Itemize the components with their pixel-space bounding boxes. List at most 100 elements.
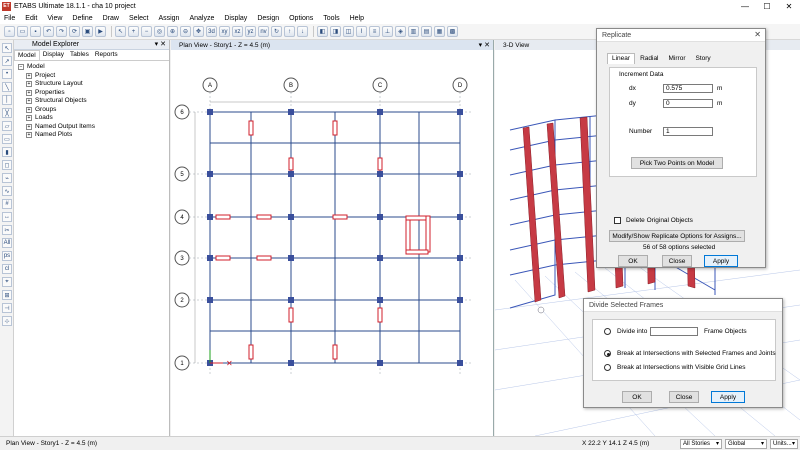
save-icon[interactable]: ▪ — [30, 26, 41, 37]
replicate-apply-button[interactable]: Apply — [704, 255, 738, 267]
replicate-close-button[interactable]: Close — [662, 255, 692, 267]
plan-view-icon[interactable]: xy — [219, 26, 230, 37]
redo-icon[interactable]: ↷ — [56, 26, 67, 37]
open-icon[interactable]: ▭ — [17, 26, 28, 37]
select-pointer-icon[interactable]: ↖ — [2, 43, 12, 53]
snap-intersections-icon[interactable]: ⊹ — [2, 316, 12, 326]
break-selected-frames-radio[interactable] — [604, 350, 611, 357]
menu-options[interactable]: Options — [289, 15, 313, 22]
show-deformed-icon[interactable]: ⌇ — [356, 26, 367, 37]
display-options-icon[interactable]: ◧ — [317, 26, 328, 37]
menu-display[interactable]: Display — [224, 15, 247, 22]
clear-selection-icon[interactable]: cl — [2, 264, 12, 274]
zoom-previous-icon[interactable]: ⊖ — [180, 26, 191, 37]
zoom-out-icon[interactable]: − — [141, 26, 152, 37]
draw-floor-icon[interactable]: ▱ — [2, 121, 12, 131]
expand-icon[interactable]: + — [26, 72, 32, 79]
menu-file[interactable]: File — [4, 15, 15, 22]
tree-item-named-plots[interactable]: + Named Plots — [18, 131, 165, 140]
draw-opening-icon[interactable]: ◻ — [2, 160, 12, 170]
snap-icon[interactable]: ⌖ — [2, 277, 12, 287]
tab-reports[interactable]: Reports — [92, 50, 121, 60]
tree-item-loads[interactable]: + Loads — [18, 114, 165, 123]
elevation-view-icon[interactable]: xz — [232, 26, 243, 37]
menu-edit[interactable]: Edit — [25, 15, 37, 22]
up-icon[interactable]: ↑ — [284, 26, 295, 37]
wall-design-icon[interactable]: ▦ — [434, 26, 445, 37]
tab-story[interactable]: Story — [690, 53, 715, 64]
menu-view[interactable]: View — [47, 15, 62, 22]
divide-count-input[interactable] — [650, 327, 698, 336]
menu-define[interactable]: Define — [72, 15, 92, 22]
tab-tables[interactable]: Tables — [67, 50, 92, 60]
menu-help[interactable]: Help — [350, 15, 364, 22]
menu-assign[interactable]: Assign — [158, 15, 179, 22]
reshape-icon[interactable]: ↗ — [2, 56, 12, 66]
undo-icon[interactable]: ↶ — [43, 26, 54, 37]
draw-section-cut-icon[interactable]: ✂ — [2, 225, 12, 235]
draw-tendon-icon[interactable]: ∿ — [2, 186, 12, 196]
select-all-icon[interactable]: All — [2, 238, 12, 248]
draw-brace-icon[interactable]: ╳ — [2, 108, 12, 118]
tree-item-named-output[interactable]: + Named Output Items — [18, 123, 165, 132]
maximize-icon[interactable]: ☐ — [756, 0, 778, 12]
panel-pin-close-icon[interactable]: ▾ ✕ — [155, 40, 166, 48]
menu-analyze[interactable]: Analyze — [189, 15, 214, 22]
tree-item-groups[interactable]: + Groups — [18, 106, 165, 115]
show-reactions-icon[interactable]: ⊥ — [382, 26, 393, 37]
coord-system-dropdown[interactable]: Global — [725, 439, 767, 449]
tab-mirror[interactable]: Mirror — [664, 53, 691, 64]
expand-icon[interactable]: + — [26, 123, 32, 130]
expand-icon[interactable]: + — [26, 89, 32, 96]
draw-grid-icon[interactable]: # — [2, 199, 12, 209]
divide-into-radio[interactable] — [604, 328, 611, 335]
replicate-close-icon[interactable]: ✕ — [754, 30, 761, 39]
collapse-icon[interactable]: − — [18, 64, 24, 71]
menu-tools[interactable]: Tools — [323, 15, 339, 22]
draw-wall-icon[interactable]: ▮ — [2, 147, 12, 157]
draw-joint-icon[interactable]: • — [2, 69, 12, 79]
tab-linear[interactable]: Linear — [607, 53, 636, 64]
menu-design[interactable]: Design — [257, 15, 279, 22]
zoom-window-icon[interactable]: ⊕ — [167, 26, 178, 37]
dx-input[interactable]: 0.575 — [663, 84, 713, 93]
pan-icon[interactable]: ✥ — [193, 26, 204, 37]
lock-icon[interactable]: ▣ — [82, 26, 93, 37]
pointer-icon[interactable]: ↖ — [115, 26, 126, 37]
pick-two-points-button[interactable]: Pick Two Points on Model — [631, 157, 723, 169]
divide-apply-button[interactable]: Apply — [711, 391, 745, 403]
zoom-fit-icon[interactable]: ◎ — [154, 26, 165, 37]
steel-design-icon[interactable]: ▤ — [421, 26, 432, 37]
story-select-dropdown[interactable]: All Stories — [680, 439, 722, 449]
snap-ends-icon[interactable]: ⊣ — [2, 303, 12, 313]
concrete-design-icon[interactable]: ▥ — [408, 26, 419, 37]
units-button[interactable]: Units... — [770, 439, 798, 449]
tab-radial[interactable]: Radial — [635, 53, 663, 64]
menu-draw[interactable]: Draw — [103, 15, 119, 22]
set-3d-view-icon[interactable]: 3d — [206, 26, 217, 37]
previous-selection-icon[interactable]: ps — [2, 251, 12, 261]
divide-close-button[interactable]: Close — [669, 391, 699, 403]
draw-rect-floor-icon[interactable]: ▭ — [2, 134, 12, 144]
replicate-ok-button[interactable]: OK — [618, 255, 648, 267]
new-file-icon[interactable]: ▫ — [4, 26, 15, 37]
down-icon[interactable]: ↓ — [297, 26, 308, 37]
show-forces-icon[interactable]: ≡ — [369, 26, 380, 37]
elevation-yz-icon[interactable]: yz — [245, 26, 256, 37]
tree-item-structure-layout[interactable]: + Structure Layout — [18, 80, 165, 89]
draw-beam-icon[interactable]: ╲ — [2, 82, 12, 92]
show-undeformed-icon[interactable]: ◫ — [343, 26, 354, 37]
draw-link-icon[interactable]: ⌁ — [2, 173, 12, 183]
snap-grid-icon[interactable]: ⊞ — [2, 290, 12, 300]
rotate-icon[interactable]: ↻ — [271, 26, 282, 37]
menu-select[interactable]: Select — [129, 15, 148, 22]
run-icon[interactable]: ▶ — [95, 26, 106, 37]
tree-root-model[interactable]: − Model — [18, 63, 165, 72]
number-input[interactable]: 1 — [663, 127, 713, 136]
design-icon[interactable]: ◈ — [395, 26, 406, 37]
expand-icon[interactable]: + — [26, 132, 32, 139]
tree-item-project[interactable]: + Project — [18, 72, 165, 81]
close-icon[interactable]: ✕ — [778, 0, 800, 12]
zoom-in-icon[interactable]: + — [128, 26, 139, 37]
plan-view-tab[interactable]: Plan View - Story1 - Z = 4.5 (m) ▾ ✕ — [171, 40, 493, 50]
